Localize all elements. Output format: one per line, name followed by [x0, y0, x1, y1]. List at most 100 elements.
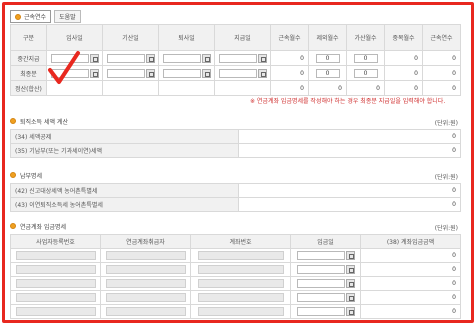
- account-handler-input[interactable]: [105, 251, 186, 260]
- account-handler-cell: [100, 262, 191, 277]
- header-added-months: 가산월수: [346, 24, 385, 51]
- account-number-cell: [190, 290, 291, 305]
- calendar-icon[interactable]: [345, 307, 355, 316]
- business-number-cell: [10, 262, 101, 277]
- deposit-date-cell: [290, 290, 361, 305]
- deferred-rural-tax-input[interactable]: 0: [238, 197, 461, 212]
- header-deposit-amount: (38) 계좌입금금액: [360, 234, 461, 249]
- account-number-input[interactable]: [197, 307, 284, 316]
- calendar-icon[interactable]: [257, 53, 267, 63]
- section-dot-icon: [15, 13, 21, 20]
- added-months-input[interactable]: 0: [353, 68, 378, 78]
- section-title-tax-calc: 퇴직소득 세액 계산: [10, 116, 68, 126]
- deposit-date-input[interactable]: [296, 265, 345, 274]
- tenure-years-value: 0: [422, 50, 461, 66]
- row-label: (43) 이연퇴직소득세 농어촌특별세: [10, 197, 239, 212]
- prepaid-tax-input[interactable]: 0: [238, 143, 461, 158]
- calendar-icon[interactable]: [145, 68, 155, 78]
- business-number-input[interactable]: [15, 293, 96, 302]
- deposit-date-input[interactable]: [296, 293, 345, 302]
- deposit-date-input[interactable]: [296, 279, 345, 288]
- deposit-amount-input[interactable]: 0: [360, 248, 461, 263]
- start-date-input[interactable]: [106, 53, 145, 63]
- business-number-input[interactable]: [15, 307, 96, 316]
- calendar-icon[interactable]: [89, 53, 99, 63]
- added-months-input[interactable]: 0: [353, 53, 378, 63]
- retire-date-input[interactable]: [162, 53, 201, 63]
- deposit-date-input[interactable]: [296, 307, 345, 316]
- calendar-icon[interactable]: [345, 265, 355, 274]
- calendar-icon[interactable]: [201, 53, 211, 63]
- business-number-input[interactable]: [15, 279, 96, 288]
- section-dot-icon: [10, 172, 16, 178]
- pay-date-input[interactable]: [218, 53, 257, 63]
- section-title-pension: 연금계좌 입금명세: [10, 221, 66, 231]
- start-date-input[interactable]: [106, 68, 145, 78]
- account-handler-input[interactable]: [105, 293, 186, 302]
- rural-tax-input[interactable]: 0: [238, 183, 461, 198]
- account-number-input[interactable]: [197, 251, 284, 260]
- account-number-input[interactable]: [197, 265, 284, 274]
- account-number-cell: [190, 248, 291, 263]
- pay-date-input[interactable]: [218, 68, 257, 78]
- account-handler-input[interactable]: [105, 279, 186, 288]
- excluded-months-input[interactable]: 0: [315, 53, 340, 63]
- unit-label: (단위:원): [434, 225, 458, 232]
- header-tenure-years: 근속연수: [422, 24, 461, 51]
- table-row: (42) 신고대상세액 농어촌특별세 0: [10, 183, 461, 198]
- calendar-icon[interactable]: [345, 251, 355, 260]
- tax-credit-input[interactable]: 0: [238, 129, 461, 144]
- tenure-months-value: 0: [270, 50, 309, 66]
- tenure-months-value: 0: [270, 80, 309, 96]
- calendar-icon[interactable]: [89, 68, 99, 78]
- account-handler-input[interactable]: [105, 307, 186, 316]
- business-number-input[interactable]: [15, 251, 96, 260]
- added-months-value: 0: [346, 80, 385, 96]
- calendar-icon[interactable]: [345, 293, 355, 302]
- account-number-input[interactable]: [197, 293, 284, 302]
- empty-cell: [214, 80, 271, 96]
- excluded-months-input[interactable]: 0: [315, 68, 340, 78]
- section-title-text: 납부명세: [20, 172, 43, 180]
- start-date-cell: [102, 50, 159, 66]
- added-months-cell: 0: [346, 65, 385, 81]
- business-number-input[interactable]: [15, 265, 96, 274]
- header-retire-date: 퇴사일: [158, 24, 215, 51]
- retire-date-cell: [158, 50, 215, 66]
- calendar-icon[interactable]: [145, 53, 155, 63]
- deposit-amount-input[interactable]: 0: [360, 276, 461, 291]
- calendar-icon[interactable]: [201, 68, 211, 78]
- business-number-cell: [10, 248, 101, 263]
- section-title-text: 퇴직소득 세액 계산: [20, 118, 68, 126]
- section-title-payment: 납부명세: [10, 170, 42, 180]
- deposit-date-cell: [290, 262, 361, 277]
- excluded-months-cell: 0: [308, 65, 347, 81]
- deposit-amount-input[interactable]: 0: [360, 290, 461, 305]
- account-number-cell: [190, 304, 291, 319]
- unit-label: (단위:원): [434, 120, 458, 127]
- section-title-text: 연금계좌 입금명세: [20, 223, 67, 231]
- deposit-date-cell: [290, 248, 361, 263]
- calendar-icon[interactable]: [257, 68, 267, 78]
- deposit-amount-input[interactable]: 0: [360, 304, 461, 319]
- header-business-number: 사업자등록번호: [10, 234, 101, 249]
- header-excluded-months: 제외월수: [308, 24, 347, 51]
- business-number-cell: [10, 290, 101, 305]
- row-label: 정산(합산): [10, 80, 47, 96]
- account-number-input[interactable]: [197, 279, 284, 288]
- tab-tenure[interactable]: 근속연수: [10, 10, 52, 23]
- header-duplicate-months: 중복월수: [384, 24, 423, 51]
- tab-help[interactable]: 도움말: [54, 10, 81, 23]
- account-handler-input[interactable]: [105, 265, 186, 274]
- calendar-icon[interactable]: [345, 279, 355, 288]
- empty-cell: [102, 80, 159, 96]
- duplicate-months-value: 0: [384, 50, 423, 66]
- tenure-years-value: 0: [422, 80, 461, 96]
- retire-date-input[interactable]: [162, 68, 201, 78]
- header-hire-date: 입사일: [46, 24, 103, 51]
- deposit-date-cell: [290, 276, 361, 291]
- deposit-amount-input[interactable]: 0: [360, 262, 461, 277]
- deposit-date-input[interactable]: [296, 251, 345, 260]
- added-months-cell: 0: [346, 50, 385, 66]
- header-start-date: 기산일: [102, 24, 159, 51]
